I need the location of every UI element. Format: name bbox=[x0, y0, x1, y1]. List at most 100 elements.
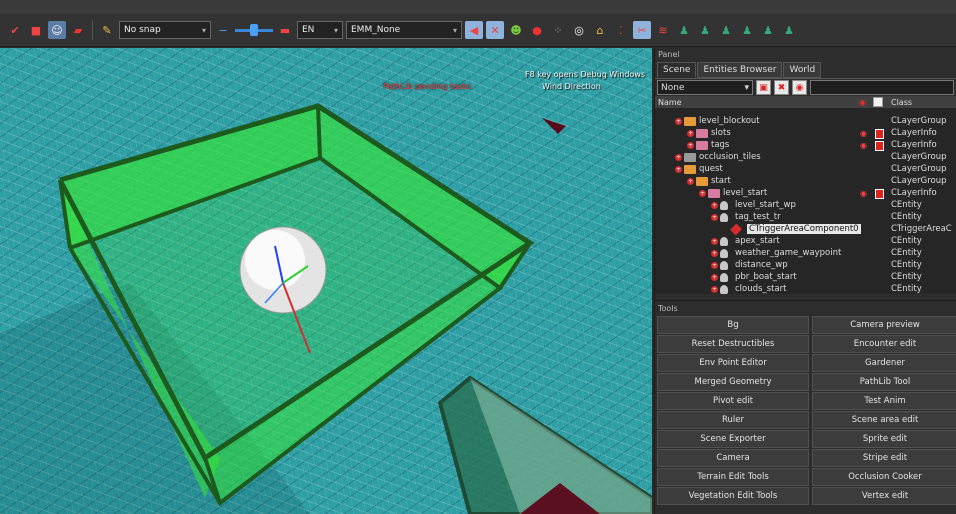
figure-3-icon[interactable]: ♟ bbox=[717, 21, 735, 39]
tool-button-camera[interactable]: Camera bbox=[657, 449, 809, 467]
material-select[interactable]: EMM_None ▾ bbox=[346, 21, 462, 39]
language-select[interactable]: EN ▾ bbox=[297, 21, 343, 39]
cube-icon[interactable]: ▰ bbox=[69, 21, 87, 39]
column-class-header[interactable]: Class bbox=[891, 98, 912, 107]
snap-slider[interactable] bbox=[235, 21, 273, 39]
tree-row[interactable]: + slots ◉ CLayerInfo bbox=[655, 128, 955, 140]
skull-icon[interactable]: ☻ bbox=[507, 21, 525, 39]
expand-toggle-icon[interactable]: + bbox=[675, 166, 682, 173]
tool-button-reset-destructibles[interactable]: Reset Destructibles bbox=[657, 335, 809, 353]
tree-row[interactable]: + start CLayerGroup bbox=[655, 176, 955, 188]
tool-button-ruler[interactable]: Ruler bbox=[657, 411, 809, 429]
compass-icon[interactable]: ◎ bbox=[570, 21, 588, 39]
layer-filter-select[interactable]: None ▾ bbox=[657, 80, 753, 95]
tree-row[interactable]: + distance_wp CEntity bbox=[655, 260, 955, 272]
tool-button-gardener[interactable]: Gardener bbox=[812, 354, 956, 372]
tool-button-bg[interactable]: Bg bbox=[657, 316, 809, 334]
tree-row[interactable]: + quest CLayerGroup bbox=[655, 164, 955, 176]
tool-button-test-anim[interactable]: Test Anim bbox=[812, 392, 956, 410]
visibility-eye-icon[interactable]: ◉ bbox=[860, 141, 867, 150]
tool-button-encounter-edit[interactable]: Encounter edit bbox=[812, 335, 956, 353]
lock-icon[interactable]: ▬ bbox=[276, 21, 294, 39]
heart-check-icon[interactable]: ✔ bbox=[6, 21, 24, 39]
expand-toggle-icon[interactable]: + bbox=[711, 202, 718, 209]
snap-select[interactable]: No snap ▾ bbox=[119, 21, 211, 39]
tree-row[interactable]: CTriggerAreaComponent0 CTriggerAreaC bbox=[655, 223, 955, 236]
tools-icon[interactable]: ✕ bbox=[486, 21, 504, 39]
tool-button-env-point-editor[interactable]: Env Point Editor bbox=[657, 354, 809, 372]
speaker-icon[interactable]: ◀ bbox=[465, 21, 483, 39]
lock-column-icon[interactable] bbox=[873, 97, 883, 107]
scene-viewport[interactable]: PathLib pending tasks F8 key opens Debug… bbox=[0, 48, 652, 514]
save-layer-icon[interactable] bbox=[875, 141, 884, 151]
tool-button-merged-geometry[interactable]: Merged Geometry bbox=[657, 373, 809, 391]
tree-row[interactable]: + occlusion_tiles CLayerGroup bbox=[655, 152, 955, 164]
tool-button-occlusion-cooker[interactable]: Occlusion Cooker bbox=[812, 468, 956, 486]
visibility-column-icon[interactable]: ◉ bbox=[859, 98, 866, 107]
tree-row[interactable]: + tags ◉ CLayerInfo bbox=[655, 140, 955, 152]
tab-world[interactable]: World bbox=[783, 62, 822, 78]
tree-row[interactable]: + weather_game_waypoint CEntity bbox=[655, 248, 955, 260]
visibility-eye-icon[interactable]: ◉ bbox=[860, 189, 867, 198]
face-icon[interactable]: ☺ bbox=[48, 21, 66, 39]
tree-row[interactable]: + apex_start CEntity bbox=[655, 236, 955, 248]
tool-button-pathlib-tool[interactable]: PathLib Tool bbox=[812, 373, 956, 391]
expand-toggle-icon[interactable]: + bbox=[687, 130, 694, 137]
tab-scene[interactable]: Scene bbox=[657, 62, 697, 78]
figure-6-icon[interactable]: ♟ bbox=[780, 21, 798, 39]
eye-icon[interactable]: ◉ bbox=[792, 80, 807, 95]
expand-toggle-icon[interactable]: + bbox=[711, 262, 718, 269]
expand-toggle-icon[interactable]: + bbox=[687, 142, 694, 149]
tool-button-terrain-edit-tools[interactable]: Terrain Edit Tools bbox=[657, 468, 809, 486]
expand-toggle-icon[interactable]: + bbox=[687, 178, 694, 185]
scene-tree[interactable]: + level_blockout CLayerGroup + slots ◉ CLayerI… bbox=[655, 108, 956, 294]
expand-toggle-icon[interactable]: + bbox=[711, 286, 718, 293]
expand-toggle-icon[interactable]: + bbox=[711, 238, 718, 245]
tree-row-label: level_start bbox=[723, 188, 768, 198]
save-layer-icon[interactable] bbox=[875, 189, 884, 199]
tool-button-sprite-edit[interactable]: Sprite edit bbox=[812, 430, 956, 448]
visibility-eye-icon[interactable]: ◉ bbox=[860, 129, 867, 138]
tool-button-pivot-edit[interactable]: Pivot edit bbox=[657, 392, 809, 410]
tree-row-class: CEntity bbox=[891, 272, 922, 282]
figure-5-icon[interactable]: ♟ bbox=[759, 21, 777, 39]
expand-toggle-icon[interactable]: + bbox=[711, 214, 718, 221]
search-input[interactable] bbox=[810, 80, 954, 95]
figure-1-icon[interactable]: ♟ bbox=[675, 21, 693, 39]
figure-4-icon[interactable]: ♟ bbox=[738, 21, 756, 39]
tool-button-vertex-edit[interactable]: Vertex edit bbox=[812, 487, 956, 505]
slider-thumb[interactable] bbox=[250, 24, 258, 36]
expand-toggle-icon[interactable]: + bbox=[675, 118, 682, 125]
save-layer-icon[interactable] bbox=[875, 129, 884, 139]
tree-row[interactable]: + clouds_start CEntity bbox=[655, 284, 955, 294]
tool-button-scene-exporter[interactable]: Scene Exporter bbox=[657, 430, 809, 448]
tree-row-label: distance_wp bbox=[735, 260, 788, 270]
expand-toggle-icon[interactable]: + bbox=[711, 274, 718, 281]
expand-toggle-icon[interactable]: + bbox=[711, 250, 718, 257]
column-name-header[interactable]: Name bbox=[658, 98, 682, 107]
camera-record-icon[interactable]: ■ bbox=[27, 21, 45, 39]
alert-icon[interactable]: ● bbox=[528, 21, 546, 39]
scissors-icon[interactable]: ✂ bbox=[633, 21, 651, 39]
tool-button-camera-preview[interactable]: Camera preview bbox=[812, 316, 956, 334]
delete-icon[interactable]: ✖ bbox=[774, 80, 789, 95]
tool-button-scene-area-edit[interactable]: Scene area edit bbox=[812, 411, 956, 429]
brush-icon[interactable]: ✎ bbox=[98, 21, 116, 39]
tree-row[interactable]: + level_blockout CLayerGroup bbox=[655, 116, 955, 128]
tree-row[interactable]: + pbr_boat_start CEntity bbox=[655, 272, 955, 284]
figure-2-icon[interactable]: ♟ bbox=[696, 21, 714, 39]
tree-row[interactable]: + tag_test_tr CEntity bbox=[655, 212, 955, 224]
layers-icon[interactable]: ≋ bbox=[654, 21, 672, 39]
home-icon[interactable]: ⌂ bbox=[591, 21, 609, 39]
expand-toggle-icon[interactable]: + bbox=[675, 154, 682, 161]
save-icon[interactable]: ▣ bbox=[756, 80, 771, 95]
tree-row[interactable]: + level_start_wp CEntity bbox=[655, 200, 955, 212]
tool-button-stripe-edit[interactable]: Stripe edit bbox=[812, 449, 956, 467]
expand-toggle-icon[interactable]: + bbox=[699, 190, 706, 197]
tab-entities-browser[interactable]: Entities Browser bbox=[697, 62, 783, 78]
minus-icon[interactable]: − bbox=[214, 21, 232, 39]
grid-dots-icon[interactable]: ⁚ bbox=[612, 21, 630, 39]
tree-row[interactable]: + level_start ◉ CLayerInfo bbox=[655, 188, 955, 200]
footsteps-icon[interactable]: ⁘ bbox=[549, 21, 567, 39]
tool-button-vegetation-edit-tools[interactable]: Vegetation Edit Tools bbox=[657, 487, 809, 505]
